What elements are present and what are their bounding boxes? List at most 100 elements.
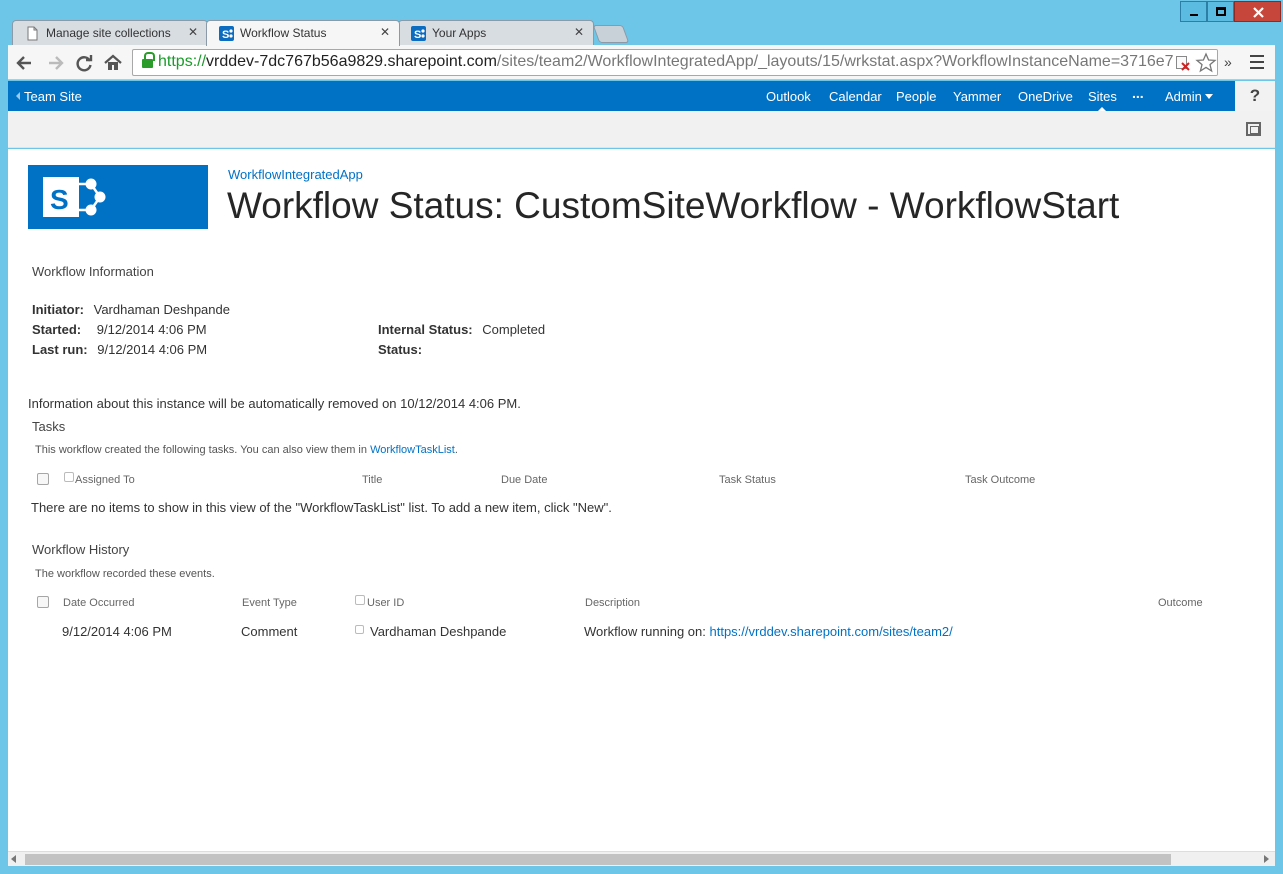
home-button[interactable] — [102, 52, 124, 74]
sharepoint-icon: S — [219, 26, 234, 41]
home-icon — [104, 54, 122, 70]
started-label: Started: — [32, 322, 82, 337]
column-task-status[interactable]: Task Status — [719, 474, 776, 486]
ribbon-bar — [8, 111, 1275, 148]
maximize-icon — [1216, 7, 1226, 16]
horizontal-scrollbar[interactable] — [8, 851, 1275, 866]
page-icon — [27, 26, 38, 41]
forward-arrow-icon — [49, 56, 64, 70]
team-site-link[interactable]: Team Site — [16, 89, 82, 104]
column-task-outcome[interactable]: Task Outcome — [965, 474, 1035, 486]
nav-people[interactable]: People — [896, 89, 936, 104]
chrome-menu-button[interactable] — [1250, 55, 1266, 69]
sharepoint-icon: S — [411, 26, 426, 41]
user-menu-button[interactable]: Admin — [1165, 89, 1214, 104]
assigned-to-column-checkbox[interactable] — [64, 472, 74, 482]
table-row[interactable]: 9/12/2014 4:06 PM Comment Vardhaman Desh… — [8, 619, 1275, 641]
history-description: Workflow running on: https://vrddev.shar… — [584, 624, 953, 639]
column-assigned-to[interactable]: Assigned To — [75, 474, 135, 486]
initiator-row: Initiator: Vardhaman Deshpande — [32, 302, 230, 317]
workflow-info-heading: Workflow Information — [32, 264, 154, 279]
breadcrumb-link[interactable]: WorkflowIntegratedApp — [228, 167, 363, 182]
suite-bar: Team Site Outlook Calendar People Yammer… — [8, 81, 1275, 112]
internal-status-label: Internal Status: — [378, 322, 473, 337]
svg-text:S: S — [50, 184, 69, 215]
close-icon — [1253, 7, 1264, 18]
status-row: Status: — [378, 342, 422, 357]
initiator-value: Vardhaman Deshpande — [93, 302, 230, 317]
nav-calendar[interactable]: Calendar — [829, 89, 882, 104]
tasks-select-all-checkbox[interactable] — [37, 473, 49, 485]
history-user[interactable]: Vardhaman Deshpande — [370, 624, 506, 639]
initiator-label: Initiator: — [32, 302, 84, 317]
removal-notice: Information about this instance will be … — [28, 396, 521, 411]
new-tab-button[interactable] — [592, 25, 630, 43]
nav-yammer[interactable]: Yammer — [953, 89, 1001, 104]
minimize-button[interactable] — [1180, 1, 1207, 22]
workflow-history-description: The workflow recorded these events. — [35, 568, 215, 580]
lock-icon — [142, 52, 155, 69]
task-list-link[interactable]: WorkflowTaskList — [370, 444, 455, 456]
column-user-id[interactable]: User ID — [367, 597, 404, 609]
maximize-button[interactable] — [1207, 1, 1234, 22]
column-outcome[interactable]: Outcome — [1158, 597, 1203, 609]
tab-title: Your Apps — [432, 26, 487, 40]
column-date-occurred[interactable]: Date Occurred — [63, 597, 135, 609]
history-event-type: Comment — [241, 624, 298, 639]
last-run-label: Last run: — [32, 342, 88, 357]
tab-close-icon[interactable]: ✕ — [188, 25, 198, 39]
tab-title: Workflow Status — [240, 26, 327, 40]
presence-indicator-icon — [355, 625, 364, 634]
bookmark-star-icon[interactable] — [1195, 50, 1217, 75]
status-label: Status: — [378, 342, 423, 357]
site-url-link[interactable]: https://vrddev.sharepoint.com/sites/team… — [710, 624, 953, 639]
page-action-blocked-icon[interactable] — [1173, 54, 1195, 73]
tasks-empty-message: There are no items to show in this view … — [31, 500, 612, 515]
focus-on-content-icon[interactable] — [1246, 122, 1261, 136]
svg-text:S: S — [222, 29, 229, 41]
forward-button[interactable] — [44, 52, 66, 74]
minimize-icon — [1190, 14, 1198, 16]
scrollbar-thumb[interactable] — [25, 854, 1171, 865]
sharepoint-logo-icon: S — [43, 177, 106, 217]
scroll-left-arrow-icon[interactable] — [11, 855, 16, 863]
svg-text:S: S — [414, 29, 421, 41]
url-text: https://vrddev-7dc767b56a9829.sharepoint… — [158, 53, 1174, 70]
page-content: S WorkflowIntegratedApp Workflow Status:… — [8, 149, 1275, 851]
window-close-button[interactable] — [1234, 1, 1281, 22]
help-button[interactable]: ? — [1235, 81, 1275, 111]
tab-close-icon[interactable]: ✕ — [380, 25, 390, 39]
hamburger-menu-icon — [1250, 55, 1264, 69]
column-due-date[interactable]: Due Date — [501, 474, 547, 486]
nav-more-button[interactable]: ... — [1132, 85, 1144, 101]
column-title[interactable]: Title — [362, 474, 382, 486]
tab-close-icon[interactable]: ✕ — [574, 25, 584, 39]
back-arrow-icon — [16, 56, 31, 70]
internal-status-row: Internal Status: Completed — [378, 322, 545, 337]
reload-button[interactable] — [73, 52, 95, 74]
user-id-column-checkbox[interactable] — [355, 595, 365, 605]
nav-sites[interactable]: Sites — [1088, 89, 1117, 112]
reload-icon — [76, 55, 93, 72]
column-event-type[interactable]: Event Type — [242, 597, 297, 609]
nav-onedrive[interactable]: OneDrive — [1018, 89, 1073, 104]
tab-manage-site-collections[interactable]: Manage site collections ✕ — [12, 20, 208, 45]
scroll-right-arrow-icon[interactable] — [1264, 855, 1269, 863]
extensions-overflow-button[interactable]: » — [1224, 54, 1232, 70]
page-title: Workflow Status: CustomSiteWorkflow - Wo… — [227, 185, 1120, 226]
tab-your-apps[interactable]: S Your Apps ✕ — [398, 20, 594, 45]
history-select-all-checkbox[interactable] — [37, 596, 49, 608]
tab-workflow-status[interactable]: S Workflow Status ✕ — [206, 20, 400, 46]
column-description[interactable]: Description — [585, 597, 640, 609]
browser-toolbar: https://vrddev-7dc767b56a9829.sharepoint… — [8, 45, 1275, 80]
nav-outlook[interactable]: Outlook — [766, 89, 811, 104]
history-date: 9/12/2014 4:06 PM — [62, 624, 172, 639]
site-logo[interactable]: S — [28, 165, 208, 229]
tasks-heading: Tasks — [32, 419, 66, 434]
address-bar[interactable]: https://vrddev-7dc767b56a9829.sharepoint… — [132, 49, 1218, 76]
back-button[interactable] — [14, 52, 36, 74]
started-value: 9/12/2014 4:06 PM — [96, 322, 207, 337]
started-row: Started: 9/12/2014 4:06 PM — [32, 322, 207, 337]
last-run-value: 9/12/2014 4:06 PM — [97, 342, 208, 357]
workflow-history-heading: Workflow History — [32, 542, 130, 557]
